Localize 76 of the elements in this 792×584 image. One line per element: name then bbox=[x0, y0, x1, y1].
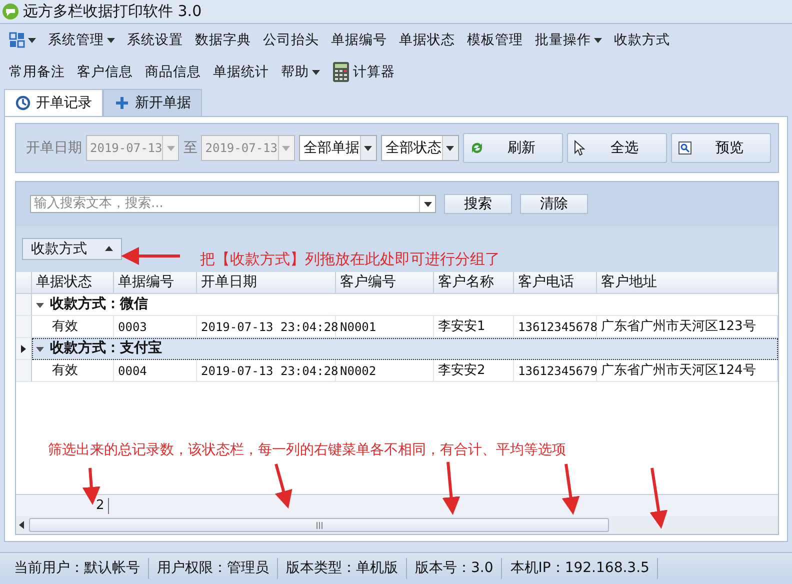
menu-item[interactable]: 单据统计 bbox=[208, 60, 274, 84]
status-text: 当前用户：默认帐号 bbox=[6, 558, 149, 579]
column-header[interactable]: 客户名称 bbox=[434, 272, 514, 294]
table-cell: 0004 bbox=[114, 360, 197, 382]
table-cell: 有效 bbox=[32, 360, 114, 382]
menu-item[interactable]: 计算器 bbox=[327, 59, 400, 85]
column-header[interactable]: 单据编号 bbox=[114, 272, 197, 294]
status-text: 本机IP：192.168.3.5 bbox=[502, 558, 658, 579]
search-panel-button[interactable]: 清除 bbox=[520, 194, 588, 214]
scroll-left-icon[interactable] bbox=[18, 521, 26, 529]
arrow bbox=[274, 464, 292, 509]
tab[interactable]: 开单记录 bbox=[4, 89, 103, 116]
column-header[interactable]: 单据状态 bbox=[32, 272, 114, 294]
menu-item[interactable]: 单据编号 bbox=[326, 28, 392, 52]
pointer-icon bbox=[574, 140, 586, 156]
menu-item[interactable]: 帮助 bbox=[276, 60, 325, 84]
scrollbar-thumb[interactable] bbox=[29, 518, 609, 532]
date-label: 开单日期 bbox=[26, 138, 82, 158]
table-cell: 广东省广州市天河区124号 bbox=[597, 360, 778, 382]
plus-icon bbox=[114, 95, 130, 111]
annotation-text: 把【收款方式】列拖放在此处即可进行分组了 bbox=[200, 249, 500, 270]
menu-item[interactable]: 模板管理 bbox=[462, 28, 528, 52]
table-cell: 2019-07-13 23:04:28 bbox=[197, 360, 336, 382]
filter-dropdown[interactable]: 全部单据 bbox=[298, 135, 376, 161]
menu-item[interactable]: 系统管理 bbox=[43, 28, 120, 52]
toolbar-button[interactable]: 预览 bbox=[670, 133, 770, 163]
arrow bbox=[650, 468, 668, 529]
table-cell: N0002 bbox=[336, 360, 434, 382]
arrow bbox=[562, 464, 580, 515]
grid-icon bbox=[9, 32, 25, 48]
to-label: 至 bbox=[183, 138, 198, 158]
menu-item[interactable]: 商品信息 bbox=[140, 60, 206, 84]
preview-icon bbox=[678, 141, 692, 155]
toolbar-button[interactable]: 刷新 bbox=[462, 133, 562, 163]
dropdown-arrow-icon bbox=[282, 144, 290, 152]
filter-dropdown[interactable]: 全部状态 bbox=[380, 135, 458, 161]
menu-item[interactable]: 常用备注 bbox=[4, 60, 70, 84]
table-cell: 13612345679 bbox=[514, 360, 597, 382]
row-indicator bbox=[16, 294, 32, 316]
row-pointer-icon bbox=[20, 344, 28, 352]
group-row[interactable]: 收款方式：微信 bbox=[32, 294, 778, 316]
search-field[interactable]: 输入搜索文本，搜索... bbox=[30, 195, 436, 213]
toolbar-button[interactable]: 全选 bbox=[566, 133, 666, 163]
dropdown-arrow-icon bbox=[166, 144, 175, 152]
column-header[interactable]: 客户地址 bbox=[597, 272, 778, 294]
refresh-icon bbox=[470, 141, 484, 155]
search-panel-button[interactable]: 搜索 bbox=[444, 194, 512, 214]
table-cell: 李安安2 bbox=[434, 360, 514, 382]
menu-item[interactable]: 收款方式 bbox=[609, 28, 675, 52]
status-text: 版本类型：单机版 bbox=[278, 558, 407, 579]
calculator-icon bbox=[332, 61, 350, 83]
menu-item[interactable]: 客户信息 bbox=[72, 60, 138, 84]
dropdown-arrow-icon bbox=[424, 200, 432, 208]
menu-item[interactable]: 批量操作 bbox=[530, 28, 607, 52]
history-icon bbox=[15, 95, 31, 111]
menu-item[interactable]: 数据字典 bbox=[190, 28, 256, 52]
status-text: 版本号：3.0 bbox=[407, 558, 502, 579]
menu-item[interactable]: 系统设置 bbox=[122, 28, 188, 52]
tab[interactable]: 新开单据 bbox=[103, 89, 202, 116]
annotation-text: 筛选出来的总记录数，该状态栏，每一列的右键菜单各不相同，有合计、平均等选项 bbox=[48, 441, 566, 460]
arrow bbox=[121, 247, 180, 265]
group-by-chip[interactable]: 收款方式 bbox=[22, 238, 122, 260]
menu-item[interactable]: 单据状态 bbox=[394, 28, 460, 52]
record-count: 2 bbox=[96, 496, 104, 515]
dropdown-arrow-icon bbox=[446, 144, 454, 152]
group-row[interactable]: 收款方式：支付宝 bbox=[32, 338, 778, 360]
window-title: 远方多栏收据打印软件 3.0 bbox=[23, 1, 202, 22]
app-logo-icon bbox=[2, 3, 19, 20]
arrow bbox=[442, 462, 460, 515]
row-indicator bbox=[16, 272, 32, 294]
status-text: 用户权限：管理员 bbox=[149, 558, 278, 579]
column-header[interactable]: 客户电话 bbox=[514, 272, 597, 294]
menu-item[interactable]: 公司抬头 bbox=[258, 28, 324, 52]
dropdown-arrow-icon bbox=[364, 144, 372, 152]
column-header[interactable]: 客户编号 bbox=[336, 272, 434, 294]
column-header[interactable]: 开单日期 bbox=[197, 272, 336, 294]
